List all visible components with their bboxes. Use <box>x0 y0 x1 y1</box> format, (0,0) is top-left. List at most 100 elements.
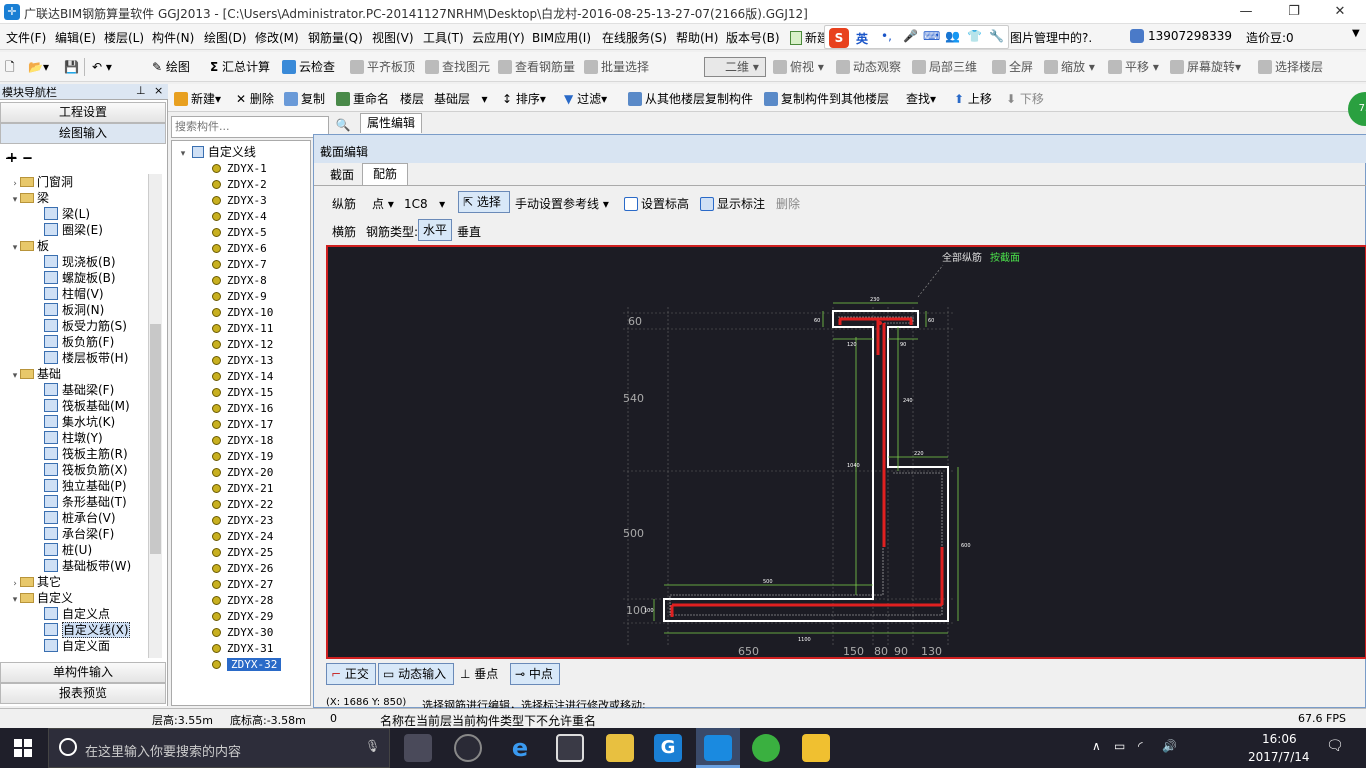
drawing-canvas[interactable]: 全部纵筋 按截面 60 540 500 100 650 150 80 90 13… <box>326 245 1366 659</box>
list-item[interactable]: ZDYX-22 <box>212 497 273 513</box>
rebar-spec-select[interactable]: 1C8 ▾ <box>404 195 445 213</box>
menu-edit[interactable]: 编辑(E) <box>55 29 96 46</box>
tray-up-icon[interactable]: ∧ <box>1092 739 1101 753</box>
batch-select-button[interactable]: 批量选择 <box>584 58 649 76</box>
menu-help[interactable]: 帮助(H) <box>676 29 718 46</box>
move-up-button[interactable]: ⬆ 上移 <box>954 90 992 108</box>
keyboard-icon[interactable]: ⌨ <box>923 29 940 43</box>
annotation-all-rebar[interactable]: 全部纵筋 <box>942 251 982 264</box>
nav-tree-item[interactable]: 柱墩(Y) <box>44 430 103 446</box>
swirl-app-icon[interactable] <box>454 734 482 762</box>
undo-icon[interactable]: ↶ ▾ <box>92 58 112 76</box>
list-root[interactable]: ▾ 自定义线 <box>178 144 256 160</box>
orbit-button[interactable]: 动态观察 <box>836 58 901 76</box>
show-label-button[interactable]: 显示标注 <box>700 195 765 213</box>
task-view-icon[interactable] <box>404 734 432 762</box>
tray-network-icon[interactable]: ▭ <box>1114 739 1125 753</box>
nav-tree-item[interactable]: › 其它 <box>10 574 61 590</box>
nav-tree-item[interactable]: 梁(L) <box>44 206 90 222</box>
nav-scrollbar[interactable] <box>148 174 162 658</box>
close-icon[interactable]: × <box>154 84 163 97</box>
list-item[interactable]: ZDYX-12 <box>212 337 273 353</box>
list-item[interactable]: ZDYX-23 <box>212 513 273 529</box>
list-item[interactable]: ZDYX-20 <box>212 465 273 481</box>
account[interactable]: 13907298339 <box>1130 29 1232 43</box>
list-item[interactable]: ZDYX-7 <box>212 257 267 273</box>
nav-tree-item[interactable]: 承台梁(F) <box>44 526 114 542</box>
nav-drawing-input[interactable]: 绘图输入 <box>0 123 166 144</box>
menu-modify[interactable]: 修改(M) <box>255 29 299 46</box>
nav-tree-item[interactable]: 筏板主筋(R) <box>44 446 128 462</box>
pin-icon[interactable]: ⊥ <box>136 84 146 97</box>
nav-tree-item[interactable]: 筏板负筋(X) <box>44 462 128 478</box>
menu-view[interactable]: 视图(V) <box>372 29 414 46</box>
notification-icon[interactable]: 🗨 <box>1326 738 1344 754</box>
menu-component[interactable]: 构件(N) <box>152 29 194 46</box>
nav-tree-item[interactable]: 自定义面 <box>44 638 110 654</box>
nav-tree-item[interactable]: 筏板基础(M) <box>44 398 130 414</box>
expand-all-icon[interactable]: +̶ ‒ <box>6 150 32 166</box>
nav-tree-item[interactable]: 条形基础(T) <box>44 494 127 510</box>
tab-reinforcement[interactable]: 配筋 <box>362 163 408 185</box>
copy-button[interactable]: 复制 <box>284 90 325 108</box>
nav-tree-item[interactable]: › 门窗洞 <box>10 174 73 190</box>
menu-cloud[interactable]: 云应用(Y) <box>472 29 525 46</box>
tray-wifi-icon[interactable]: ◜ <box>1138 739 1143 753</box>
nav-tree-item[interactable]: 基础梁(F) <box>44 382 114 398</box>
nav-tree-item[interactable]: 板负筋(F) <box>44 334 114 350</box>
tab-section[interactable]: 截面 <box>322 165 362 185</box>
list-item[interactable]: ZDYX-4 <box>212 209 267 225</box>
nav-tree-item[interactable]: 板受力筋(S) <box>44 318 127 334</box>
nav-single-input[interactable]: 单构件输入 <box>0 662 166 683</box>
find-button[interactable]: 查找▾ <box>906 90 936 108</box>
clock-time[interactable]: 16:06 <box>1262 732 1297 746</box>
new-component-button[interactable]: 新建▾ <box>174 90 221 108</box>
nav-tree-item[interactable]: 桩承台(V) <box>44 510 116 526</box>
nav-tree-item[interactable]: 柱帽(V) <box>44 286 104 302</box>
expand-toggle-icon[interactable]: ▾ <box>10 592 20 608</box>
mic-icon[interactable]: 🎙 <box>365 739 380 753</box>
list-item[interactable]: ZDYX-18 <box>212 433 273 449</box>
menu-rebar-qty[interactable]: 钢筋量(Q) <box>308 29 363 46</box>
list-item[interactable]: ZDYX-2 <box>212 177 267 193</box>
select-floor-button[interactable]: 选择楼层 <box>1258 58 1323 76</box>
list-item[interactable]: ZDYX-30 <box>212 625 273 641</box>
new-file-icon[interactable]: 🗋 <box>5 58 15 76</box>
copy-from-floor-button[interactable]: 从其他楼层复制构件 <box>628 90 753 108</box>
nav-tree-item[interactable]: 圈梁(E) <box>44 222 103 238</box>
list-item[interactable]: ZDYX-15 <box>212 385 273 401</box>
store-icon[interactable] <box>556 734 584 762</box>
midpoint-button[interactable]: ⊸ 中点 <box>510 663 560 685</box>
summary-calc-button[interactable]: Σ 汇总计算 <box>210 58 270 76</box>
search-box[interactable] <box>171 116 329 138</box>
list-item[interactable]: ZDYX-24 <box>212 529 273 545</box>
delete-label-button[interactable]: 删除 <box>776 195 800 213</box>
list-item[interactable]: ZDYX-10 <box>212 305 273 321</box>
nav-tree-item[interactable]: 基础板带(W) <box>44 558 131 574</box>
microphone-icon[interactable]: 🎤 <box>903 29 918 43</box>
scrollbar-thumb[interactable] <box>150 324 161 554</box>
menu-draw[interactable]: 绘图(D) <box>204 29 247 46</box>
rename-button[interactable]: 重命名 <box>336 90 389 108</box>
manual-ref-line-select[interactable]: 手动设置参考线 ▾ <box>515 195 609 213</box>
point-mode-select[interactable]: 点 ▾ <box>372 195 394 213</box>
ime-mode[interactable]: 英 <box>856 30 868 47</box>
save-icon[interactable]: 💾 <box>64 58 79 76</box>
align-slab-top-button[interactable]: 平齐板顶 <box>350 58 415 76</box>
wrench-icon[interactable]: 🔧 <box>989 29 1004 43</box>
shirt-icon[interactable]: 👕 <box>967 29 982 43</box>
nav-tree-item[interactable]: 自定义线(X) <box>44 622 130 638</box>
open-folder-icon[interactable]: 📂▾ <box>28 58 49 76</box>
clock-date[interactable]: 2017/7/14 <box>1248 750 1310 764</box>
nav-tree-item[interactable]: 板洞(N) <box>44 302 104 318</box>
list-item[interactable]: ZDYX-28 <box>212 593 273 609</box>
sort-button[interactable]: ↕ 排序▾ <box>502 90 546 108</box>
nav-project-settings[interactable]: 工程设置 <box>0 102 166 123</box>
menu-version[interactable]: 版本号(B) <box>726 29 780 46</box>
pan-button[interactable]: 平移 ▾ <box>1108 58 1159 76</box>
annotation-by-section[interactable]: 按截面 <box>990 251 1020 264</box>
user-icon[interactable]: 👥 <box>945 29 960 43</box>
filter-button[interactable]: ▼ 过滤▾ <box>564 90 607 108</box>
ime-toolbar[interactable]: S 英 •, 🎤 ⌨ 👥 👕 🔧 <box>824 25 1009 49</box>
nav-tree-item[interactable]: 螺旋板(B) <box>44 270 116 286</box>
